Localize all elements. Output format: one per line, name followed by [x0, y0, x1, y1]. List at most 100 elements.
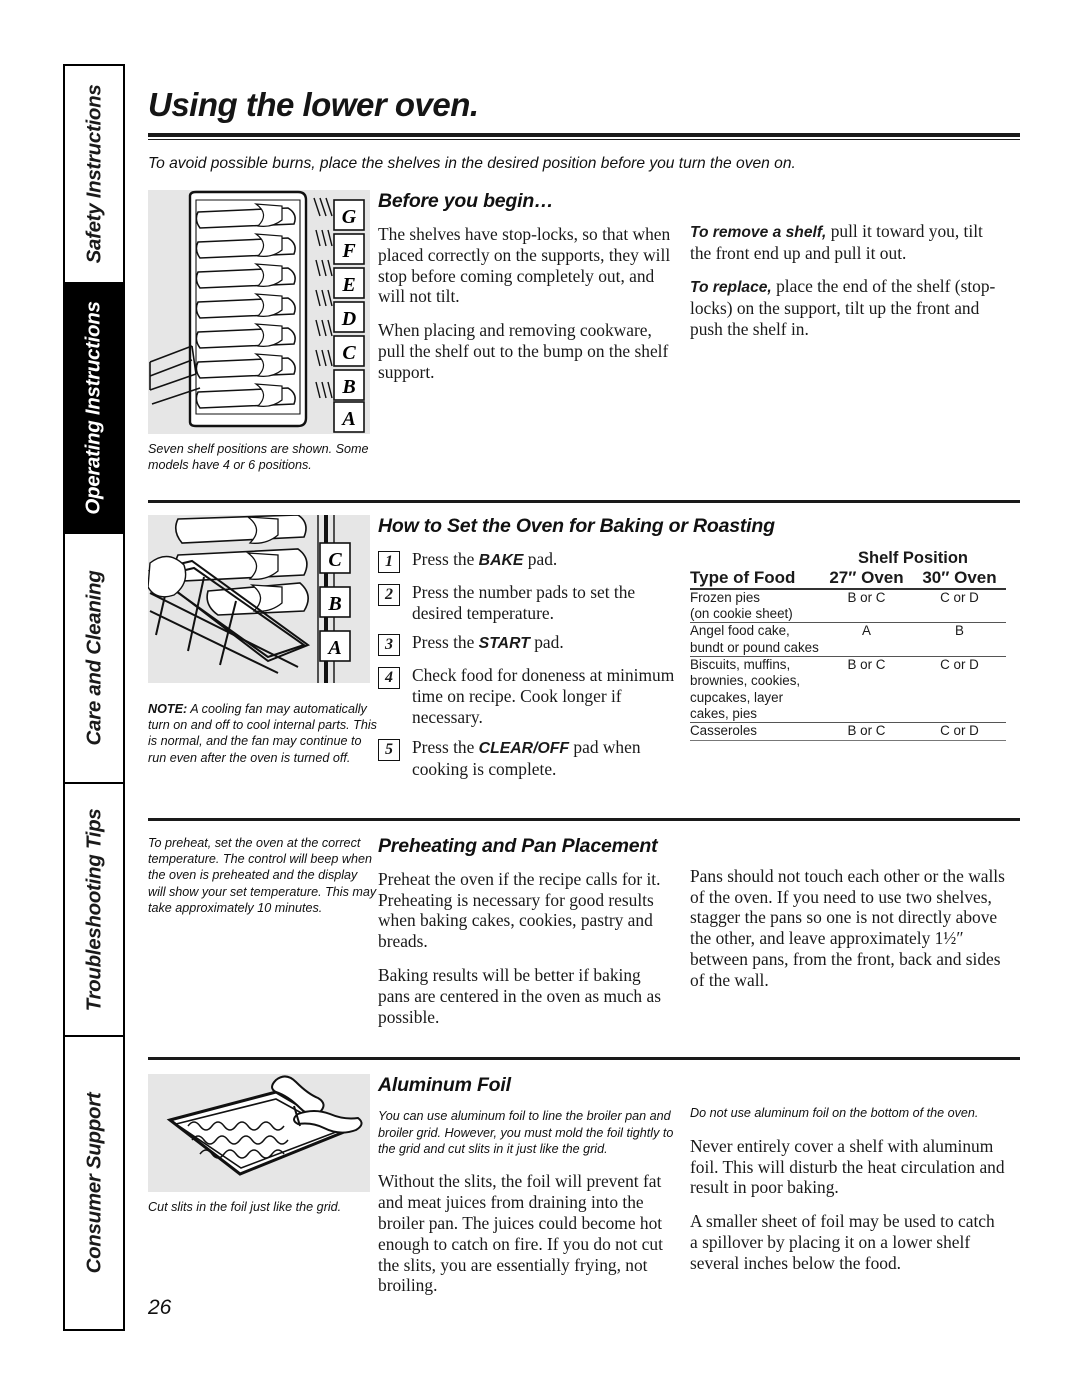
paragraph: The shelves have stop-locks, so that whe…: [378, 223, 671, 307]
step-text: Press the CLEAR/OFF pad when cooking is …: [412, 737, 641, 779]
step-number: 5: [378, 739, 400, 762]
paragraph: Baking results will be better if baking …: [378, 965, 661, 1027]
oven-interior-drawing: G F E D C B A: [148, 189, 370, 434]
pad-label-bake: BAKE: [478, 551, 524, 569]
step-text: Check food for doneness at minimum time …: [412, 665, 675, 728]
column-header-30-oven: 30″ Oven: [922, 567, 997, 587]
cell-oven27: B or C: [820, 722, 913, 741]
figure-caption: Cut slits in the foil just like the grid…: [148, 1200, 342, 1215]
cell-food: Frozen pies (on cookie sheet): [690, 587, 820, 623]
foil-warning-note: Do not use aluminum foil on the bottom o…: [690, 1106, 979, 1121]
section-heading: Aluminum Foil: [378, 1074, 511, 1097]
step-text: Press the number pads to set the desired…: [412, 581, 636, 623]
sidebar-item-troubleshooting-tips[interactable]: Troubleshooting Tips: [65, 784, 123, 1037]
aluminum-foil-left-column: Aluminum Foil You can use aluminum foil …: [378, 1074, 690, 1296]
sidebar-item-label: Consumer Support: [82, 1092, 105, 1274]
section-before-you-begin: G F E D C B A Seven shelf positions are …: [148, 189, 1020, 474]
section-divider: [148, 817, 1020, 821]
cell-oven30: C or D: [913, 656, 1006, 723]
preheating-side-note-column: To preheat, set the oven at the correct …: [148, 835, 378, 1028]
oven-shelf-supports-illustration: G F E D C B A: [148, 189, 370, 434]
cell-oven27: A: [820, 622, 913, 657]
column-header-type-of-food: Type of Food: [690, 567, 796, 587]
section-preheating-pan-placement: To preheat, set the oven at the correct …: [148, 835, 1020, 1028]
cell-oven30: C or D: [913, 722, 1006, 741]
baking-steps-column: How to Set the Oven for Baking or Roasti…: [378, 515, 775, 789]
table-row: Casseroles B or C C or D: [690, 722, 1006, 741]
step-number: 3: [378, 634, 400, 657]
shelf-positions-figure: G F E D C B A Seven shelf positions are …: [148, 189, 378, 474]
shelf-letter-d: D: [341, 308, 356, 330]
step-item: 1 Press the BAKE pad.: [378, 549, 676, 573]
table-body: Frozen pies (on cookie sheet) B or C C or…: [690, 587, 1006, 741]
step-item: 2 Press the number pads to set the desir…: [378, 582, 676, 624]
section-baking-roasting: C B A NOTE: A cooling fan may automatica…: [148, 514, 1020, 789]
cell-food: Biscuits, muffins, brownies, cookies, cupc…: [690, 656, 820, 723]
step-number: 2: [378, 583, 400, 606]
sidebar-item-label: Operating Instructions: [82, 301, 106, 515]
paragraph-remove-shelf: To remove a shelf, pull it toward you, t…: [690, 220, 983, 263]
step-item: 4 Check food for doneness at minimum tim…: [378, 665, 676, 728]
shelf-letter-a: A: [340, 408, 355, 430]
title-divider: [148, 133, 1020, 140]
step-number: 1: [378, 550, 400, 573]
paragraph: Pans should not touch each other or the …: [690, 865, 1005, 990]
sidebar-item-consumer-support[interactable]: Consumer Support: [65, 1037, 123, 1329]
sidebar-item-label: Troubleshooting Tips: [82, 808, 106, 1011]
paragraph: When placing and removing cookware, pull…: [378, 320, 669, 382]
shelf-position-table: Shelf Position Type of Food 27″ Oven 30″…: [690, 549, 1006, 741]
preheating-left-column: Preheating and Pan Placement Preheat the…: [378, 835, 690, 1028]
manual-page: Safety Instructions Operating Instructio…: [0, 0, 1080, 1397]
oven-closeup-drawing: C B A: [148, 514, 370, 683]
cooling-fan-note: NOTE: A cooling fan may automatically tu…: [148, 701, 377, 765]
section-divider: [148, 499, 1020, 503]
lead-in: To replace,: [690, 279, 772, 297]
cell-oven30: C or D: [913, 587, 1006, 623]
broiler-pan-drawing: [148, 1074, 370, 1193]
paragraph: Preheat the oven if the recipe calls for…: [378, 868, 661, 952]
numbered-step-list: 1 Press the BAKE pad. 2 Press the number…: [378, 549, 676, 780]
shelf-letter-g: G: [342, 206, 357, 228]
section-tab-rail: Safety Instructions Operating Instructio…: [63, 64, 125, 1331]
cell-food: Casseroles: [690, 722, 820, 741]
sidebar-item-label: Care and Cleaning: [82, 570, 106, 746]
page-content: Using the lower oven. To avoid possible …: [148, 64, 1020, 1296]
table-row: Angel food cake, bundt or pound cakes A B: [690, 622, 1006, 657]
shelf-letter-b: B: [341, 376, 355, 398]
shelf-letter-f: F: [341, 240, 356, 262]
shelf-detail-figure: C B A NOTE: A cooling fan may automatica…: [148, 514, 378, 789]
shelf-letter-a: A: [326, 637, 341, 659]
shelf-letter-b: B: [327, 593, 341, 615]
sidebar-item-operating-instructions[interactable]: Operating Instructions: [65, 284, 123, 534]
before-you-begin-right-column: To remove a shelf, pull it toward you, t…: [690, 190, 1006, 474]
table-spanner-row: Shelf Position: [690, 549, 1006, 568]
aluminum-foil-right-column: Do not use aluminum foil on the bottom o…: [690, 1074, 1006, 1296]
step-text: Press the START pad.: [412, 632, 564, 653]
shelf-letter-e: E: [341, 274, 355, 296]
step-item: 3 Press the START pad.: [378, 632, 676, 657]
step-text: Press the BAKE pad.: [412, 548, 558, 569]
broiler-pan-figure: Cut slits in the foil just like the grid…: [148, 1074, 378, 1296]
paragraph: A smaller sheet of foil may be used to c…: [690, 1211, 995, 1273]
step-item: 5 Press the CLEAR/OFF pad when cooking i…: [378, 737, 676, 780]
note-lead: NOTE:: [148, 701, 188, 716]
table-header-row: Type of Food 27″ Oven 30″ Oven: [690, 568, 1006, 589]
table-spanner-shelf-position: Shelf Position: [857, 548, 968, 567]
page-title: Using the lower oven.: [148, 86, 479, 123]
cell-food: Angel food cake, bundt or pound cakes: [690, 622, 820, 657]
oven-shelf-closeup-illustration: C B A: [148, 514, 370, 683]
preheat-note: To preheat, set the oven at the correct …: [148, 835, 377, 916]
step-number: 4: [378, 667, 400, 690]
preheating-right-column: Pans should not touch each other or the …: [690, 835, 1006, 1028]
section-heading: Preheating and Pan Placement: [378, 834, 658, 857]
section-divider: [148, 1057, 1020, 1061]
section-aluminum-foil: Cut slits in the foil just like the grid…: [148, 1074, 1020, 1296]
broiler-pan-foil-illustration: [148, 1074, 370, 1193]
sidebar-item-safety-instructions[interactable]: Safety Instructions: [65, 66, 123, 284]
pad-label-clear-off: CLEAR/OFF: [478, 740, 570, 758]
section-heading: Before you begin…: [378, 189, 554, 212]
column-header-27-oven: 27″ Oven: [829, 567, 904, 587]
cell-oven27: B or C: [820, 656, 913, 723]
sidebar-item-care-and-cleaning[interactable]: Care and Cleaning: [65, 534, 123, 784]
page-lede: To avoid possible burns, place the shelv…: [148, 155, 796, 172]
